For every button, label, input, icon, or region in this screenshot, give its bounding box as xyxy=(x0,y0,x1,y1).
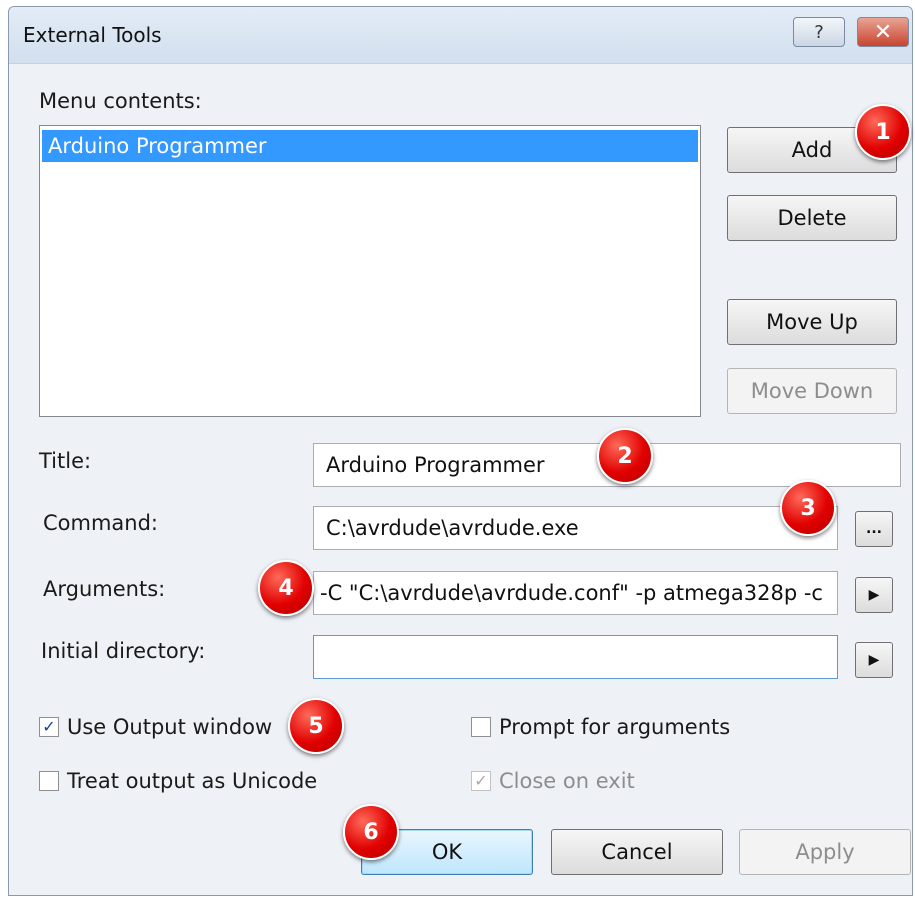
prompt-for-arguments-option[interactable]: Prompt for arguments xyxy=(471,715,730,739)
callout-marker-1: 1 xyxy=(855,104,911,160)
dialog-title: External Tools xyxy=(23,23,162,47)
help-icon: ? xyxy=(814,21,824,43)
arguments-field[interactable]: -C "C:\avrdude\avrdude.conf" -p atmega32… xyxy=(313,571,838,615)
play-arrow-icon: ▶ xyxy=(868,587,880,603)
menu-contents-list[interactable]: Arduino Programmer xyxy=(39,125,701,417)
initial-directory-label: Initial directory: xyxy=(41,639,206,663)
checkbox-icon[interactable] xyxy=(471,717,491,737)
delete-button[interactable]: Delete xyxy=(727,195,897,241)
prompt-for-arguments-label: Prompt for arguments xyxy=(499,715,731,739)
treat-output-unicode-option[interactable]: Treat output as Unicode xyxy=(39,769,317,793)
callout-marker-5: 5 xyxy=(288,698,344,754)
use-output-window-option[interactable]: ✓ Use Output window xyxy=(39,715,272,739)
checkbox-checked-icon[interactable]: ✓ xyxy=(39,717,59,737)
close-icon: ✕ xyxy=(873,19,893,45)
callout-marker-6: 6 xyxy=(343,804,399,860)
close-on-exit-label: Close on exit xyxy=(499,769,635,793)
arguments-label: Arguments: xyxy=(43,577,166,601)
menu-contents-label: Menu contents: xyxy=(39,89,202,113)
use-output-window-label: Use Output window xyxy=(67,715,273,739)
callout-marker-4: 4 xyxy=(258,560,314,616)
initial-directory-menu-button[interactable]: ▶ xyxy=(855,642,893,678)
command-field[interactable]: C:\avrdude\avrdude.exe xyxy=(313,506,838,550)
initial-directory-field[interactable] xyxy=(313,635,838,679)
ellipsis-icon: ... xyxy=(866,521,882,537)
help-button[interactable]: ? xyxy=(793,17,845,47)
move-down-button[interactable]: Move Down xyxy=(727,368,897,414)
title-bar: External Tools ? ✕ xyxy=(9,7,912,64)
play-arrow-icon: ▶ xyxy=(868,652,880,668)
cancel-button[interactable]: Cancel xyxy=(551,829,723,875)
callout-marker-3: 3 xyxy=(780,480,836,536)
checkbox-icon[interactable] xyxy=(39,771,59,791)
close-button[interactable]: ✕ xyxy=(857,17,909,47)
apply-button[interactable]: Apply xyxy=(739,829,911,875)
treat-output-unicode-label: Treat output as Unicode xyxy=(67,769,318,793)
move-up-button[interactable]: Move Up xyxy=(727,299,897,345)
list-item[interactable]: Arduino Programmer xyxy=(42,130,698,162)
command-label: Command: xyxy=(43,511,159,535)
arguments-menu-button[interactable]: ▶ xyxy=(855,577,893,613)
close-on-exit-option[interactable]: ✓ Close on exit xyxy=(471,769,635,793)
external-tools-dialog: External Tools ? ✕ Menu contents: Arduin… xyxy=(8,6,913,896)
browse-command-button[interactable]: ... xyxy=(855,511,893,547)
title-label: Title: xyxy=(39,449,92,473)
callout-marker-2: 2 xyxy=(597,428,653,484)
checkbox-checked-icon[interactable]: ✓ xyxy=(471,771,491,791)
